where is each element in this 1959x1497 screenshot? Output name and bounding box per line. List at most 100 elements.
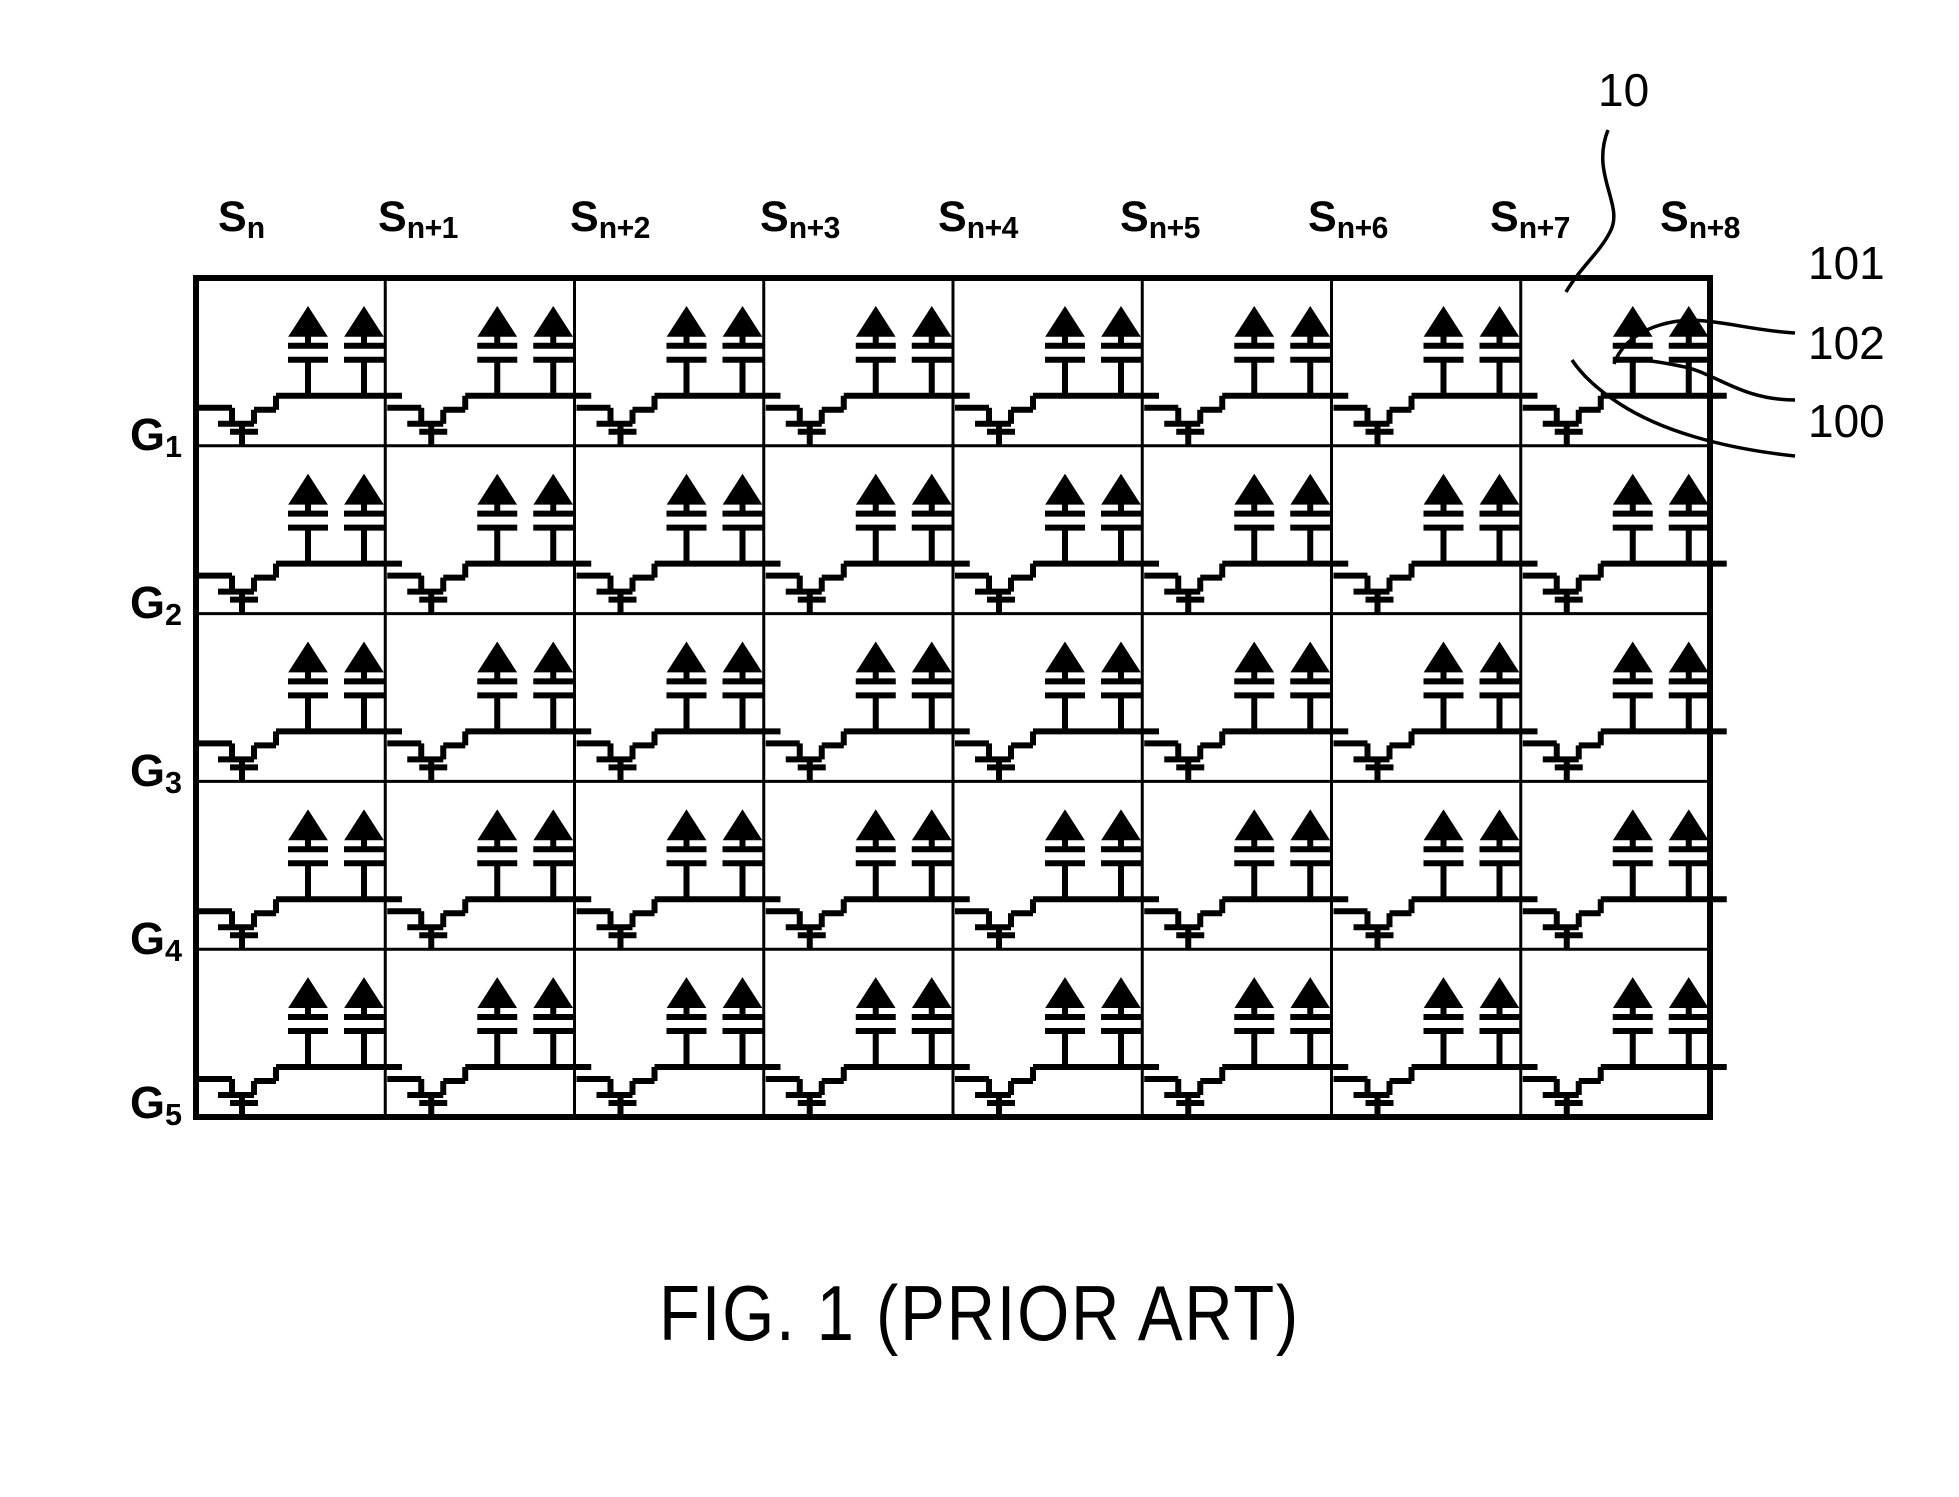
source-line-label-1: Sn+1 [378,193,458,244]
source-line-label-3-base: S [760,193,789,241]
pixel-cell-r2-c8 [1522,473,1727,614]
pixel-cell-r2-c7 [1333,473,1538,614]
lc-cap-right-arrow-head [1290,473,1331,505]
gate-line-label-1-base: G [130,577,166,628]
lc-cap-left-arrow-head [1612,977,1653,1008]
pixel-cell-r2-c6 [1144,473,1349,614]
gate-line-label-3-subscript: 4 [165,934,183,969]
lc-cap-left-arrow-head [288,473,328,505]
gate-line-label-3-base: G [130,913,166,964]
lc-cap-left-arrow-head [288,641,328,673]
ref-102-pixel-electrode: 102 [1808,317,1885,369]
lc-cap-left-arrow-head [1612,809,1653,841]
pixel-cell-r3-c2 [387,641,592,782]
source-line-label-8-base: S [1660,193,1689,241]
pixel-cell-r5-c2 [387,977,592,1117]
gate-line-label-4: G5 [130,1080,182,1131]
pixel-cell-r3-c8 [1522,641,1727,782]
lc-cap-right-arrow-head [533,977,574,1008]
lc-cap-left-arrow-head [1234,305,1275,337]
pixel-cell-r1-c7 [1333,305,1538,446]
ref-100-thin-film-transistor: 100 [1808,395,1885,447]
lc-cap-left-arrow-head [855,809,896,841]
lc-cap-left-arrow-head [666,473,707,505]
lc-cap-right-arrow-head [1290,305,1331,337]
lc-cap-right-arrow-head [344,473,384,505]
pixel-cell-r5-c7 [1333,977,1538,1117]
lc-cap-right-arrow-head [1479,473,1520,505]
source-line-label-6: Sn+6 [1308,196,1388,244]
lc-cap-right-arrow-head [533,809,574,841]
lc-cap-right-arrow-head [1101,305,1141,337]
lc-cap-left-arrow-head [1045,809,1085,841]
source-line-label-2-subscript: n+2 [598,211,651,245]
pixel-cell-r5-c3 [576,977,781,1117]
lc-cap-left-arrow-head [477,473,518,505]
lc-cap-right-arrow-head [911,977,952,1008]
lc-cap-left-arrow-head [1234,641,1275,673]
lc-cap-left-arrow-head [288,809,328,841]
lc-cap-right-arrow-head [1479,305,1520,337]
lc-cap-left-arrow-head [288,305,328,337]
lc-cap-left-arrow-head [1423,473,1464,505]
source-line-label-6-subscript: n+6 [1336,211,1389,245]
lc-cap-right-arrow-head [722,305,763,337]
pixel-cell-r3-c6 [1144,641,1349,782]
patent-figure-1: Sn Sn+1 Sn+2 Sn+3 Sn+4 Sn+5 Sn+6 Sn+7 Sn+8 G1 G2 G3… [0,0,1959,1497]
lc-cap-right-arrow-head [1668,809,1709,841]
lc-cap-left-arrow-head [666,977,707,1008]
lc-cap-left-arrow-head [1423,305,1464,337]
lc-cap-left-arrow-head [855,473,896,505]
pixel-cell-r1-c8 [1522,305,1727,446]
pixel-cell-r4-c8 [1522,809,1727,950]
lc-cap-left-arrow-head [855,977,896,1008]
pixel-cell-r5-c8 [1522,977,1727,1117]
lc-cap-left-arrow-head [1423,977,1464,1008]
leader-10 [1564,129,1616,293]
pixel-cell-r3-c1 [198,641,402,782]
gate-line-label-1: G2 [130,577,182,631]
lc-cap-left-arrow-head [288,977,328,1008]
pixel-cell-r5-c5 [955,977,1159,1117]
lc-cap-left-arrow-head [666,641,707,673]
source-line-label-3-subscript: n+3 [788,211,841,245]
source-line-label-1-base: S [378,193,407,241]
lc-cap-left-arrow-head [1045,305,1085,337]
lc-cap-right-arrow-head [1290,641,1331,673]
lc-cap-left-arrow-head [666,809,707,841]
gate-line-label-3: G4 [130,913,182,967]
lc-cap-right-arrow-head [911,305,952,337]
lc-cap-left-arrow-head [1612,641,1653,673]
lc-cap-right-arrow-head [1479,641,1520,673]
lc-cap-right-arrow-head [911,641,952,673]
lc-cap-left-arrow-head [1045,641,1085,673]
gate-line-label-2: G3 [130,745,182,799]
pixel-cell-r3-c5 [955,641,1159,782]
lc-cap-left-arrow-head [1234,809,1275,841]
source-line-label-0-base: S [218,193,247,241]
pixel-cell-r1-c5 [955,305,1159,446]
lc-cap-right-arrow-head [1101,641,1141,673]
lc-cap-left-arrow-head [1423,809,1464,841]
lc-cap-right-arrow-head [533,473,574,505]
lc-cap-right-arrow-head [344,809,384,841]
lc-cap-left-arrow-head [1045,473,1085,505]
pixel-cell-r1-c4 [765,305,970,446]
lc-cap-left-arrow-head [477,305,518,337]
lc-cap-right-arrow-head [533,305,574,337]
lc-cap-right-arrow-head [1101,977,1141,1008]
source-line-label-5-subscript: n+5 [1148,211,1201,245]
ref-101-liquid-crystal-capacitor: 101 [1808,237,1885,289]
source-line-label-0-subscript: n [246,211,265,245]
source-line-label-2-base: S [570,193,599,241]
lc-cap-right-arrow-head [344,977,384,1008]
pixel-cell-r4-c4 [765,809,970,950]
lc-cap-left-arrow-head [1234,473,1275,505]
pixel-cell-r2-c5 [955,473,1159,614]
gate-line-label-0-subscript: 1 [165,430,183,465]
pixel-cell-r3-c4 [765,641,970,782]
lc-cap-left-arrow-head [1612,473,1653,505]
pixel-cell-r3-c7 [1333,641,1538,782]
pixel-cell-r1-c6 [1144,305,1349,446]
gate-line-label-2-base: G [130,745,166,796]
